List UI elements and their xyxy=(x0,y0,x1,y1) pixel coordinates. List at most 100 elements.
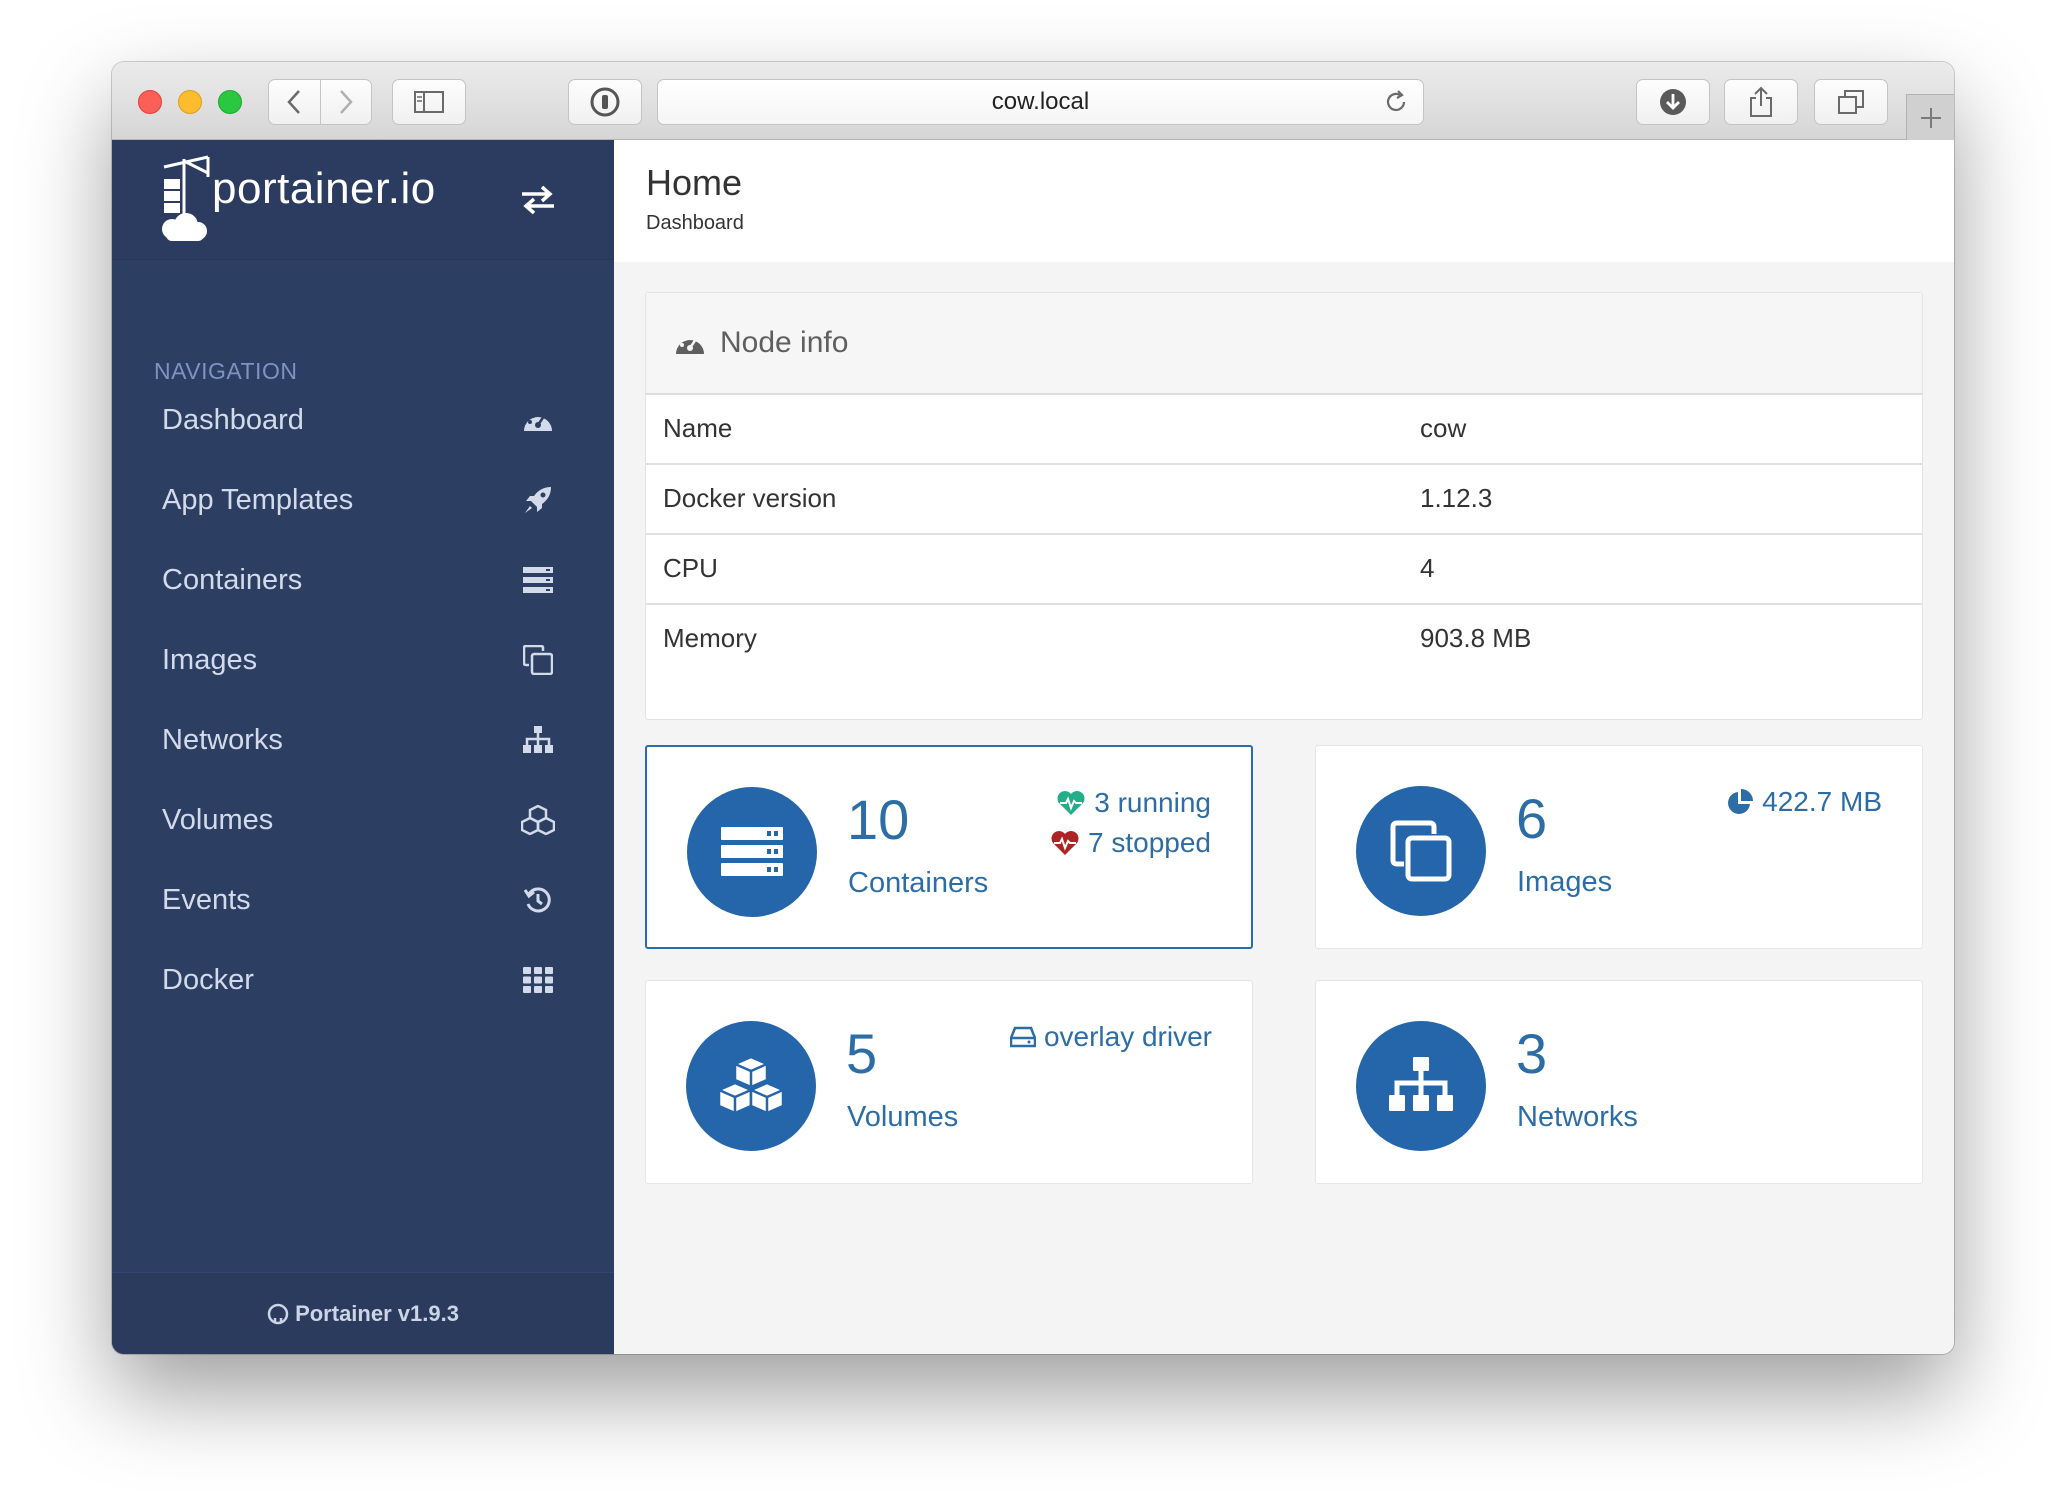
cubes-icon xyxy=(717,1055,785,1115)
sidebar-footer: Portainer v1.9.3 xyxy=(112,1272,614,1354)
share-icon xyxy=(1750,86,1772,117)
sidebar-item-events[interactable]: Events xyxy=(112,860,614,940)
images-icon-circle xyxy=(1356,786,1486,916)
server-icon xyxy=(520,562,556,598)
sitemap-icon xyxy=(520,722,556,758)
back-button[interactable] xyxy=(269,80,320,124)
volumes-count: 5 xyxy=(846,1022,878,1085)
node-info-title: Node info xyxy=(720,326,849,359)
sidebar-item-label: Networks xyxy=(162,723,283,756)
volumes-icon-circle xyxy=(686,1021,816,1151)
browser-toolbar: cow.local xyxy=(112,62,1954,140)
password-manager-icon xyxy=(590,87,620,117)
row-key: CPU xyxy=(663,553,718,583)
page-title: Home xyxy=(646,162,743,203)
networks-widget[interactable]: 3 Networks xyxy=(1315,980,1923,1184)
minimize-window-button[interactable] xyxy=(178,90,202,114)
row-value: 1.12.3 xyxy=(1420,483,1493,513)
sidebar-item-images[interactable]: Images xyxy=(112,620,614,700)
stopped-count: 7 stopped xyxy=(1088,827,1211,858)
images-label: Images xyxy=(1517,866,1613,898)
browser-window: cow.local portainer.io NAVIGATION Dashbo… xyxy=(112,62,1954,1354)
sidebar-toggle-button[interactable] xyxy=(392,79,466,125)
heartbeat-icon xyxy=(1051,831,1079,855)
containers-widget[interactable]: 10 Containers 3 running 7 stopped xyxy=(645,745,1253,949)
breadcrumb: Dashboard xyxy=(646,212,744,234)
clone-icon xyxy=(520,642,556,678)
password-button[interactable] xyxy=(568,79,642,125)
url-text: cow.local xyxy=(991,88,1090,115)
tabs-icon xyxy=(1838,90,1864,114)
volumes-label: Volumes xyxy=(847,1101,959,1133)
github-icon[interactable] xyxy=(267,1303,289,1325)
networks-icon-circle xyxy=(1356,1021,1486,1151)
running-status: 3 running xyxy=(1056,787,1211,819)
chevron-right-icon xyxy=(340,90,353,114)
maximize-window-button[interactable] xyxy=(218,90,242,114)
downloads-button[interactable] xyxy=(1636,79,1710,125)
sidebar-item-dashboard[interactable]: Dashboard xyxy=(112,380,614,460)
sidebar: portainer.io NAVIGATION Dashboard App Te… xyxy=(112,140,614,1354)
new-tab-button[interactable] xyxy=(1906,94,1954,140)
sidebar-brand: portainer.io xyxy=(112,140,614,260)
sidebar-item-containers[interactable]: Containers xyxy=(112,540,614,620)
table-row: CPU 4 xyxy=(646,535,1922,605)
running-count: 3 running xyxy=(1094,787,1211,818)
row-key: Name xyxy=(663,413,733,443)
download-icon xyxy=(1660,89,1686,115)
close-window-button[interactable] xyxy=(138,90,162,114)
stopped-status: 7 stopped xyxy=(1050,827,1211,859)
sidebar-item-label: Images xyxy=(162,643,258,676)
volumes-widget[interactable]: 5 Volumes overlay driver xyxy=(645,980,1253,1184)
main-content: Home Dashboard Node info Name cow Docker… xyxy=(614,140,1954,1354)
dashboard-icon xyxy=(520,402,556,438)
brand-name[interactable]: portainer.io xyxy=(212,164,436,214)
forward-button[interactable] xyxy=(319,80,371,124)
clone-icon xyxy=(1390,820,1452,882)
containers-label: Containers xyxy=(848,867,989,899)
containers-count: 10 xyxy=(847,788,910,851)
share-button[interactable] xyxy=(1724,79,1798,125)
row-value: 903.8 MB xyxy=(1420,623,1532,653)
server-icon xyxy=(721,827,783,876)
node-info-header: Node info xyxy=(646,293,1922,395)
row-value: 4 xyxy=(1420,553,1435,583)
sidebar-item-label: Docker xyxy=(162,963,254,996)
version-link[interactable]: Portainer v1.9.3 xyxy=(295,1301,459,1327)
images-widget[interactable]: 6 Images 422.7 MB xyxy=(1315,745,1923,949)
sidebar-item-label: Events xyxy=(162,883,251,916)
tabs-overview-button[interactable] xyxy=(1814,79,1888,125)
reload-icon[interactable] xyxy=(1383,89,1409,115)
images-size: 422.7 MB xyxy=(1726,786,1882,818)
table-row: Docker version 1.12.3 xyxy=(646,465,1922,535)
sitemap-icon xyxy=(1389,1057,1453,1111)
sidebar-icon xyxy=(414,91,444,113)
portainer-logo-icon[interactable] xyxy=(158,153,214,245)
grid-icon xyxy=(520,962,556,998)
node-info-panel: Node info Name cow Docker version 1.12.3… xyxy=(645,292,1923,720)
sidebar-item-label: App Templates xyxy=(162,483,354,516)
table-row: Memory 903.8 MB xyxy=(646,605,1922,675)
containers-icon-circle xyxy=(687,787,817,917)
volume-driver: overlay driver xyxy=(1009,1021,1212,1053)
dashboard-icon xyxy=(676,335,704,354)
plus-icon xyxy=(1920,107,1941,128)
networks-count: 3 xyxy=(1516,1022,1548,1085)
address-bar[interactable]: cow.local xyxy=(657,79,1424,125)
page-header: Home Dashboard xyxy=(614,140,1954,262)
sidebar-item-docker[interactable]: Docker xyxy=(112,940,614,1020)
row-key: Memory xyxy=(663,623,757,653)
sidebar-item-label: Dashboard xyxy=(162,403,304,436)
sidebar-item-networks[interactable]: Networks xyxy=(112,700,614,780)
sidebar-item-label: Containers xyxy=(162,563,303,596)
sidebar-item-app-templates[interactable]: App Templates xyxy=(112,460,614,540)
hdd-icon xyxy=(1009,1026,1036,1048)
exchange-icon[interactable] xyxy=(520,184,556,216)
sidebar-item-volumes[interactable]: Volumes xyxy=(112,780,614,860)
back-forward-group xyxy=(268,79,372,125)
networks-label: Networks xyxy=(1517,1101,1638,1133)
table-row: Name cow xyxy=(646,395,1922,465)
chevron-left-icon xyxy=(287,90,301,114)
images-size-value: 422.7 MB xyxy=(1762,786,1882,817)
volume-driver-value: overlay driver xyxy=(1043,1021,1212,1052)
